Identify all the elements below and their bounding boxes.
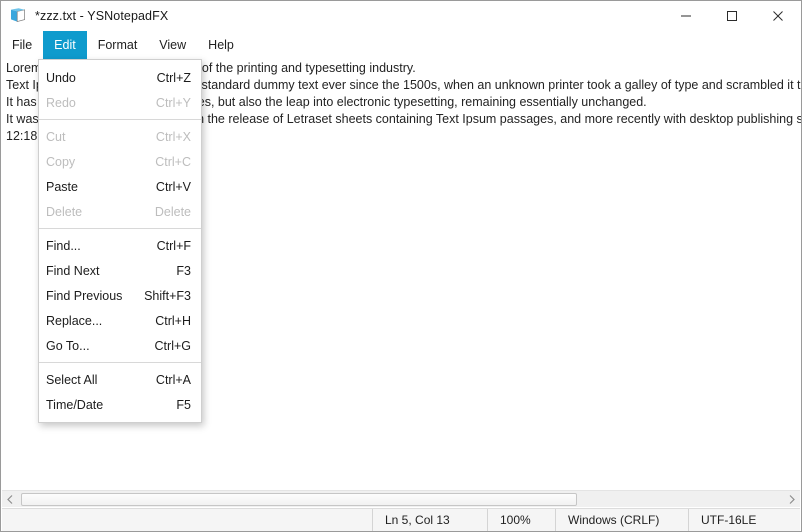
menu-item-shortcut: Ctrl+A (155, 372, 191, 387)
edit-dropdown-menu: Undo Ctrl+Z Redo Ctrl+Y Cut Ctrl+X Copy Ctrl+C P… (38, 59, 202, 423)
menu-item-shortcut: Delete (154, 204, 191, 219)
menu-view[interactable]: View (148, 31, 197, 59)
menu-item-shortcut: Ctrl+F (156, 238, 191, 253)
menu-item-shortcut: Ctrl+C (155, 154, 191, 169)
window-controls (663, 1, 801, 31)
status-bar: Ln 5, Col 13 100% Windows (CRLF) UTF-16L… (2, 508, 800, 531)
menu-item-paste[interactable]: Paste Ctrl+V (39, 174, 201, 199)
menu-item-label: Go To... (46, 338, 90, 353)
menu-item-shortcut: Ctrl+Y (155, 95, 191, 110)
menu-help[interactable]: Help (197, 31, 245, 59)
menu-item-copy: Copy Ctrl+C (39, 149, 201, 174)
menu-item-label: Copy (46, 154, 76, 169)
close-button[interactable] (755, 1, 801, 31)
menu-item-cut: Cut Ctrl+X (39, 124, 201, 149)
horizontal-scrollbar[interactable] (2, 490, 800, 507)
menu-item-shortcut: Ctrl+G (154, 338, 191, 353)
menu-item-shortcut: Ctrl+H (155, 313, 191, 328)
menu-item-label: Time/Date (46, 397, 104, 412)
menu-item-replace[interactable]: Replace... Ctrl+H (39, 308, 201, 333)
menu-edit[interactable]: Edit (43, 31, 87, 59)
menu-item-label: Replace... (46, 313, 103, 328)
menu-item-label: Find... (46, 238, 81, 253)
menu-item-redo: Redo Ctrl+Y (39, 90, 201, 115)
notepad-icon (9, 7, 27, 25)
menu-item-label: Find Previous (46, 288, 123, 303)
menu-bar: File Edit Format View Help (1, 31, 801, 59)
menu-item-shortcut: Ctrl+X (155, 129, 191, 144)
menu-item-shortcut: Shift+F3 (144, 288, 191, 303)
window-title: *zzz.txt - YSNotepadFX (35, 9, 169, 23)
status-line-ending[interactable]: Windows (CRLF) (555, 508, 688, 531)
scroll-left-arrow-icon[interactable] (2, 491, 19, 507)
menu-item-label: Redo (46, 95, 76, 110)
menu-item-select-all[interactable]: Select All Ctrl+A (39, 367, 201, 392)
menu-separator (39, 362, 201, 363)
menu-file[interactable]: File (1, 31, 43, 59)
menu-item-shortcut: Ctrl+Z (156, 70, 191, 85)
menu-item-shortcut: F3 (176, 263, 191, 278)
menu-item-label: Undo (46, 70, 76, 85)
menu-item-shortcut: Ctrl+V (155, 179, 191, 194)
title-bar: *zzz.txt - YSNotepadFX (1, 1, 801, 31)
menu-item-time-date[interactable]: Time/Date F5 (39, 392, 201, 417)
menu-item-find-previous[interactable]: Find Previous Shift+F3 (39, 283, 201, 308)
maximize-button[interactable] (709, 1, 755, 31)
menu-item-delete: Delete Delete (39, 199, 201, 224)
menu-item-undo[interactable]: Undo Ctrl+Z (39, 65, 201, 90)
menu-format[interactable]: Format (87, 31, 149, 59)
menu-item-label: Delete (46, 204, 83, 219)
menu-item-find-next[interactable]: Find Next F3 (39, 258, 201, 283)
menu-separator (39, 228, 201, 229)
menu-item-label: Find Next (46, 263, 100, 278)
editor-line: 12:18 (6, 129, 38, 143)
menu-item-shortcut: F5 (176, 397, 191, 412)
menu-item-go-to[interactable]: Go To... Ctrl+G (39, 333, 201, 358)
menu-item-label: Select All (46, 372, 98, 387)
scrollbar-track[interactable] (19, 492, 783, 506)
minimize-button[interactable] (663, 1, 709, 31)
status-zoom-level[interactable]: 100% (487, 508, 555, 531)
menu-item-label: Cut (46, 129, 66, 144)
notepad-window: *zzz.txt - YSNotepadFX File Edit Format Vie… (0, 0, 802, 532)
menu-item-label: Paste (46, 179, 78, 194)
status-cursor-position: Ln 5, Col 13 (372, 508, 487, 531)
scrollbar-thumb[interactable] (21, 492, 577, 506)
menu-item-find[interactable]: Find... Ctrl+F (39, 233, 201, 258)
scroll-right-arrow-icon[interactable] (783, 491, 800, 507)
status-encoding[interactable]: UTF-16LE (688, 508, 800, 531)
menu-separator (39, 119, 201, 120)
